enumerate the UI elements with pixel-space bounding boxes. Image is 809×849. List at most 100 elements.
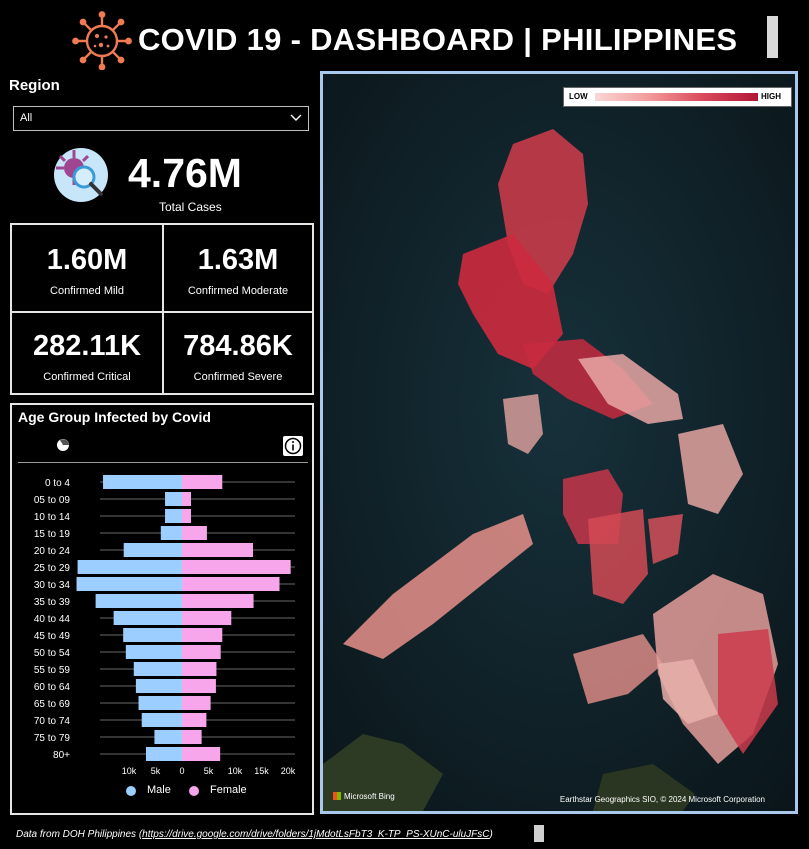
bar-female bbox=[182, 594, 254, 608]
region-filter-label: Region bbox=[9, 77, 60, 94]
legend-label-female: Female bbox=[210, 784, 247, 796]
pie-chart-icon[interactable] bbox=[56, 438, 70, 452]
y-tick-label: 05 to 09 bbox=[34, 495, 71, 506]
bar-male bbox=[141, 713, 182, 727]
y-tick-label: 15 to 19 bbox=[34, 529, 71, 540]
bar-male bbox=[77, 560, 182, 574]
legend-swatch-female bbox=[189, 786, 199, 796]
total-cases-label: Total Cases bbox=[159, 200, 222, 214]
age-group-panel: Age Group Infected by Covid 0 to 4 05 to … bbox=[10, 403, 314, 815]
y-tick-label: 0 to 4 bbox=[45, 478, 70, 489]
card-confirmed-severe: 784.86K Confirmed Severe bbox=[163, 311, 313, 396]
bar-female bbox=[182, 543, 254, 557]
y-tick-label: 35 to 39 bbox=[34, 597, 71, 608]
bar-male bbox=[154, 730, 182, 744]
y-tick-label: 55 to 59 bbox=[34, 665, 71, 676]
region-dropdown[interactable]: All bbox=[13, 106, 309, 131]
y-tick-label: 30 to 34 bbox=[34, 580, 71, 591]
bar-female bbox=[182, 747, 221, 761]
age-chart-legend: Male Female bbox=[12, 782, 312, 802]
x-tick-label: 10k bbox=[228, 766, 243, 776]
data-source-link[interactable]: https://drive.google.com/drive/folders/1… bbox=[142, 829, 489, 840]
map-copyright: Earthstar Geographics SIO, © 2024 Micros… bbox=[559, 795, 765, 804]
legend-high-label: HIGH bbox=[761, 92, 781, 101]
card-label: Confirmed Critical bbox=[43, 371, 131, 383]
age-chart-title: Age Group Infected by Covid bbox=[18, 409, 211, 425]
bar-male bbox=[125, 645, 182, 659]
y-tick-label: 50 to 54 bbox=[34, 648, 71, 659]
card-value: 1.63M bbox=[197, 244, 279, 276]
philippines-map[interactable]: LOW HIGH Microsoft Bing Earthstar Geogra… bbox=[320, 71, 798, 814]
map-canvas[interactable] bbox=[323, 74, 795, 811]
header: COVID 19 - DASHBOARD | PHILIPPINES bbox=[0, 0, 809, 72]
bar-male bbox=[123, 628, 182, 642]
map-color-legend: LOW HIGH bbox=[563, 87, 792, 107]
x-tick-label: 0 bbox=[179, 766, 184, 776]
bar-female bbox=[182, 492, 192, 506]
card-confirmed-mild: 1.60M Confirmed Mild bbox=[12, 225, 162, 310]
legend-low-label: LOW bbox=[569, 92, 588, 101]
bar-male bbox=[165, 492, 182, 506]
footer-suffix: ) bbox=[489, 829, 493, 840]
bar-male bbox=[76, 577, 182, 591]
x-tick-label: 5k bbox=[204, 766, 214, 776]
chevron-down-icon bbox=[290, 114, 302, 121]
bar-female bbox=[182, 696, 211, 710]
bar-female bbox=[182, 475, 223, 489]
card-label: Confirmed Mild bbox=[50, 285, 124, 297]
footer-accent-bar bbox=[534, 825, 544, 842]
x-tick-label: 10k bbox=[122, 766, 137, 776]
card-confirmed-critical: 282.11K Confirmed Critical bbox=[12, 311, 162, 396]
data-source-note: Data from DOH Philippines (https://drive… bbox=[16, 829, 493, 840]
bar-male bbox=[165, 509, 182, 523]
card-confirmed-moderate: 1.63M Confirmed Moderate bbox=[163, 225, 313, 310]
y-tick-label: 45 to 49 bbox=[34, 631, 71, 642]
bar-male bbox=[103, 475, 182, 489]
y-tick-label: 60 to 64 bbox=[34, 682, 71, 693]
bar-female bbox=[182, 730, 202, 744]
y-tick-label: 65 to 69 bbox=[34, 699, 71, 710]
bar-female bbox=[182, 509, 192, 523]
bar-male bbox=[160, 526, 182, 540]
bar-female bbox=[182, 713, 207, 727]
card-divider bbox=[12, 311, 312, 313]
bar-male bbox=[123, 543, 182, 557]
virus-logo-icon bbox=[72, 11, 132, 70]
bar-male bbox=[145, 747, 182, 761]
card-value: 784.86K bbox=[183, 330, 293, 362]
card-label: Confirmed Severe bbox=[193, 371, 283, 383]
x-tick-label: 20k bbox=[281, 766, 296, 776]
bar-female bbox=[182, 679, 216, 693]
header-accent-bar bbox=[767, 16, 778, 58]
region-dropdown-value: All bbox=[20, 112, 33, 124]
microsoft-logo-icon bbox=[333, 792, 341, 800]
legend-swatch-male bbox=[126, 786, 136, 796]
bar-female bbox=[182, 662, 217, 676]
bar-female bbox=[182, 577, 280, 591]
bar-female bbox=[182, 560, 291, 574]
bar-female bbox=[182, 645, 221, 659]
total-cases-value: 4.76M bbox=[128, 150, 242, 196]
y-tick-label: 80+ bbox=[53, 750, 70, 761]
page-title: COVID 19 - DASHBOARD | PHILIPPINES bbox=[138, 22, 738, 57]
x-tick-label: 15k bbox=[254, 766, 269, 776]
bar-male bbox=[113, 611, 182, 625]
y-tick-label: 25 to 29 bbox=[34, 563, 71, 574]
y-tick-label: 20 to 24 bbox=[34, 546, 71, 557]
age-chart-separator bbox=[18, 462, 308, 463]
x-tick-label: 5k bbox=[151, 766, 161, 776]
legend-label-male: Male bbox=[147, 784, 171, 796]
age-pyramid-chart: 0 to 4 05 to 09 10 to 14 15 to 19 20 to 24 25… bbox=[34, 475, 296, 776]
virus-magnifier-icon bbox=[54, 148, 108, 202]
y-tick-label: 10 to 14 bbox=[34, 512, 71, 523]
bar-male bbox=[133, 662, 182, 676]
bar-male bbox=[135, 679, 182, 693]
bing-label: Microsoft Bing bbox=[344, 792, 395, 801]
card-value: 1.60M bbox=[46, 244, 128, 276]
y-tick-label: 75 to 79 bbox=[34, 733, 71, 744]
bar-female bbox=[182, 611, 232, 625]
card-divider bbox=[162, 225, 164, 393]
bing-attribution: Microsoft Bing bbox=[333, 792, 395, 801]
info-icon[interactable] bbox=[283, 436, 303, 456]
bar-female bbox=[182, 628, 223, 642]
